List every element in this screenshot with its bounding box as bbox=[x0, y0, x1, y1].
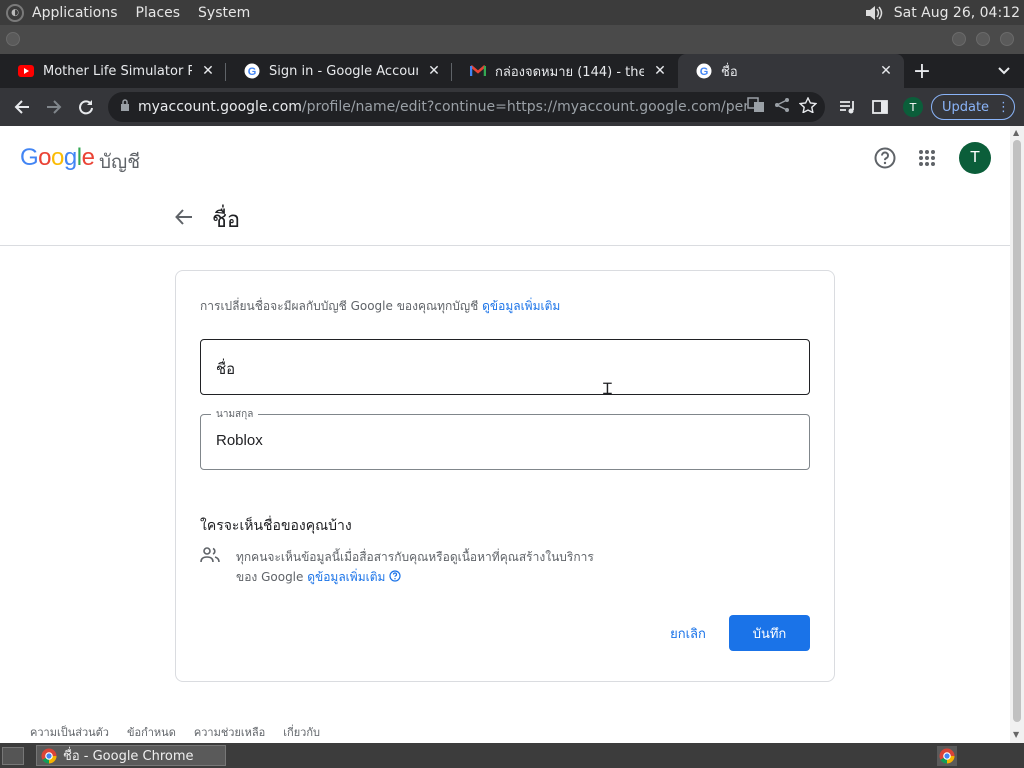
first-name-field[interactable]: ชื่อ Ɪ bbox=[200, 339, 810, 398]
scroll-down-icon[interactable]: ▼ bbox=[1013, 730, 1019, 739]
svg-text:G: G bbox=[248, 66, 257, 78]
menu-system[interactable]: System bbox=[198, 5, 250, 21]
url-text[interactable]: myaccount.google.com/profile/name/edit?c… bbox=[138, 99, 747, 115]
tab-title: Sign in - Google Accounts bbox=[269, 63, 418, 79]
close-window-icon[interactable] bbox=[1000, 32, 1014, 46]
bottom-taskbar: ชื่อ - Google Chrome bbox=[0, 743, 1024, 768]
account-avatar[interactable]: T bbox=[959, 142, 991, 174]
info-circle-icon[interactable] bbox=[389, 568, 401, 588]
page-content: Google บัญชี T ชื่อ การเปลี่ยนชื่อจะมีผล… bbox=[0, 126, 1010, 743]
tab-gmail[interactable]: กล่องจดหมาย (144) - thenotd ✕ bbox=[452, 54, 678, 88]
youtube-icon bbox=[18, 63, 34, 79]
tab-close-icon[interactable]: ✕ bbox=[652, 63, 668, 79]
footer-help-link[interactable]: ความช่วยเหลือ bbox=[194, 723, 265, 741]
show-desktop-icon[interactable] bbox=[2, 746, 24, 765]
people-icon bbox=[200, 547, 220, 563]
tab-title: กล่องจดหมาย (144) - thenotd bbox=[495, 64, 644, 80]
translate-icon[interactable] bbox=[747, 97, 765, 117]
first-name-value[interactable]: ชื่อ bbox=[216, 357, 235, 381]
last-name-value[interactable]: Roblox bbox=[216, 432, 263, 449]
lock-icon[interactable] bbox=[120, 99, 130, 115]
tab-title: Mother Life Simulator Part bbox=[43, 63, 192, 79]
page-titlebar: ชื่อ bbox=[0, 190, 1010, 246]
tab-bar: Mother Life Simulator Part ✕ G Sign in -… bbox=[0, 54, 1024, 88]
who-sees-heading: ใครจะเห็นชื่อของคุณบ้าง bbox=[200, 518, 352, 534]
footer-privacy-link[interactable]: ความเป็นส่วนตัว bbox=[30, 723, 109, 741]
footer-about-link[interactable]: เกี่ยวกับ bbox=[283, 723, 320, 741]
share-icon[interactable] bbox=[773, 97, 791, 117]
google-logo[interactable]: Google bbox=[20, 144, 95, 172]
tab-close-icon[interactable]: ✕ bbox=[878, 63, 894, 79]
scroll-up-icon[interactable]: ▲ bbox=[1013, 128, 1019, 137]
save-button[interactable]: บันทึก bbox=[729, 615, 810, 651]
intro-text: การเปลี่ยนชื่อจะมีผลกับบัญชี Google ของค… bbox=[200, 299, 561, 313]
forward-icon[interactable] bbox=[38, 91, 70, 123]
bookmark-star-icon[interactable] bbox=[798, 96, 818, 117]
update-label: Update bbox=[941, 99, 990, 115]
back-arrow-icon[interactable] bbox=[172, 205, 196, 229]
tab-youtube[interactable]: Mother Life Simulator Part ✕ bbox=[0, 54, 226, 88]
new-tab-icon[interactable]: + bbox=[904, 54, 940, 88]
help-icon[interactable] bbox=[873, 146, 897, 170]
taskbar-task-label: ชื่อ - Google Chrome bbox=[63, 749, 194, 764]
chrome-icon bbox=[41, 748, 57, 764]
footer-terms-link[interactable]: ข้อกำหนด bbox=[127, 723, 176, 741]
maximize-icon[interactable] bbox=[976, 32, 990, 46]
more-vert-icon: ⋮ bbox=[997, 99, 1011, 115]
cancel-button[interactable]: ยกเลิก bbox=[656, 615, 720, 651]
svg-text:G: G bbox=[700, 66, 709, 78]
apps-grid-icon[interactable] bbox=[915, 146, 939, 170]
side-panel-icon[interactable] bbox=[864, 91, 896, 123]
tab-name-active[interactable]: G ชื่อ ✕ bbox=[678, 54, 904, 88]
window-menu-icon[interactable] bbox=[6, 32, 20, 46]
tab-close-icon[interactable]: ✕ bbox=[200, 63, 216, 79]
google-icon: G bbox=[696, 63, 712, 79]
who-sees-text: ทุกคนจะเห็นข้อมูลนี้เมื่อสื่อสารกับคุณหร… bbox=[236, 547, 596, 588]
gnome-logo-icon[interactable]: ◐ bbox=[6, 3, 24, 22]
chevron-down-icon[interactable] bbox=[984, 54, 1024, 88]
product-name[interactable]: บัญชี bbox=[99, 147, 140, 177]
window-titlebar bbox=[0, 25, 1024, 54]
menu-places[interactable]: Places bbox=[136, 5, 181, 21]
volume-icon[interactable] bbox=[864, 5, 884, 21]
scrollbar-thumb[interactable] bbox=[1013, 140, 1021, 722]
name-edit-card: การเปลี่ยนชื่อจะมีผลกับบัญชี Google ของค… bbox=[175, 270, 835, 682]
media-control-icon[interactable] bbox=[832, 91, 864, 123]
taskbar-chrome-window[interactable]: ชื่อ - Google Chrome bbox=[36, 745, 226, 766]
learn-more-link[interactable]: ดูข้อมูลเพิ่มเติม bbox=[482, 299, 560, 313]
chrome-tray-icon[interactable] bbox=[937, 746, 957, 766]
clock[interactable]: Sat Aug 26, 04:12 bbox=[894, 5, 1020, 21]
back-icon[interactable] bbox=[6, 91, 38, 123]
address-bar[interactable]: myaccount.google.com/profile/name/edit?c… bbox=[108, 92, 825, 122]
update-button[interactable]: Update ⋮ bbox=[931, 94, 1015, 120]
page-scrollbar[interactable]: ▲ ▼ bbox=[1010, 126, 1024, 743]
menu-applications[interactable]: Applications bbox=[32, 5, 118, 21]
tab-close-icon[interactable]: ✕ bbox=[426, 63, 442, 79]
text-cursor-icon: Ɪ bbox=[603, 379, 612, 398]
top-panel: ◐ Applications Places System Sat Aug 26,… bbox=[0, 0, 1024, 25]
browser-toolbar: myaccount.google.com/profile/name/edit?c… bbox=[0, 88, 1024, 126]
tab-google-signin[interactable]: G Sign in - Google Accounts ✕ bbox=[226, 54, 452, 88]
last-name-label: นามสกุล bbox=[211, 407, 259, 422]
reload-icon[interactable] bbox=[70, 91, 102, 123]
gmail-icon bbox=[470, 63, 486, 79]
minimize-icon[interactable] bbox=[952, 32, 966, 46]
google-header: Google บัญชี T bbox=[0, 126, 1010, 190]
profile-avatar[interactable]: T bbox=[897, 91, 929, 123]
last-name-field[interactable]: นามสกุล Roblox bbox=[200, 407, 810, 470]
tab-title: ชื่อ bbox=[721, 64, 738, 80]
google-icon: G bbox=[244, 63, 260, 79]
footer-links: ความเป็นส่วนตัว ข้อกำหนด ความช่วยเหลือ เ… bbox=[30, 723, 320, 741]
page-title: ชื่อ bbox=[212, 208, 241, 233]
learn-more-link-2[interactable]: ดูข้อมูลเพิ่มเติม bbox=[307, 570, 385, 584]
